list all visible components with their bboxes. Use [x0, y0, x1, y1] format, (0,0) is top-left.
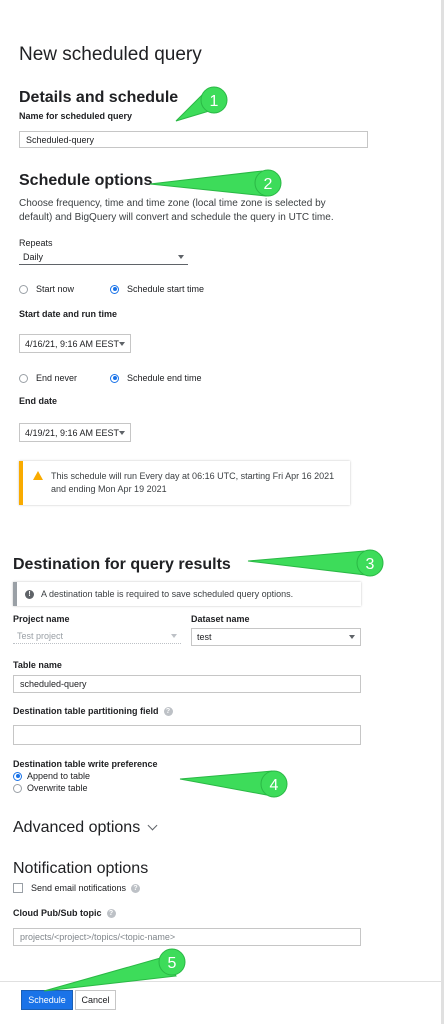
partition-label: Destination table partitioning field? — [13, 706, 173, 717]
dropdown-caret-icon — [119, 341, 125, 346]
partition-field[interactable] — [13, 725, 361, 745]
table-label: Table name — [13, 660, 62, 670]
annotation-2: 2 — [149, 169, 282, 197]
radio-on-icon — [13, 771, 22, 781]
warning-icon — [33, 471, 43, 480]
annotation-label: 2 — [264, 176, 273, 193]
start-datetime-select[interactable]: 4/16/21, 9:16 AM EEST — [19, 334, 131, 353]
end-datetime-value: 4/19/21, 9:16 AM EEST — [25, 427, 120, 438]
project-select[interactable]: Test project — [13, 628, 181, 644]
dropdown-caret-icon — [119, 430, 125, 435]
end-datetime-select[interactable]: 4/19/21, 9:16 AM EEST — [19, 423, 131, 442]
end-never-radio[interactable]: End never — [19, 373, 77, 383]
dropdown-caret-icon — [178, 254, 184, 259]
info-icon: ! — [25, 589, 34, 599]
append-radio[interactable]: Append to table — [13, 771, 90, 781]
name-input[interactable] — [26, 134, 361, 145]
repeats-label: Repeats — [19, 238, 53, 248]
pubsub-field[interactable] — [13, 928, 361, 946]
project-label: Project name — [13, 614, 70, 624]
annotation-5: 5 — [43, 948, 186, 992]
destination-heading: Destination for query results — [13, 556, 231, 573]
annotation-1: 1 — [175, 86, 228, 122]
advanced-options-toggle[interactable]: Advanced options — [13, 819, 158, 837]
help-icon[interactable]: ? — [163, 707, 173, 717]
annotation-label: 5 — [168, 955, 177, 972]
dataset-label: Dataset name — [191, 614, 250, 624]
name-field[interactable] — [19, 131, 368, 148]
radio-on-icon — [110, 373, 119, 383]
radio-on-icon — [110, 284, 119, 294]
table-field[interactable] — [13, 675, 361, 693]
footer-divider — [0, 981, 441, 982]
start-label: Start date and run time — [19, 309, 118, 319]
annotation-label: 3 — [366, 556, 375, 573]
write-pref-label: Destination table write preference — [13, 759, 158, 769]
schedule-description: Choose frequency, time and time zone (lo… — [19, 198, 334, 223]
checkbox-icon — [13, 883, 23, 893]
repeats-select[interactable]: Daily — [19, 249, 188, 265]
email-notification-checkbox[interactable]: Send email notifications? — [13, 883, 141, 893]
annotation-3: 3 — [247, 549, 384, 577]
schedule-end-radio[interactable]: Schedule end time — [110, 373, 202, 383]
pubsub-label: Cloud Pub/Sub topic? — [13, 908, 116, 919]
radio-off-icon — [19, 373, 28, 383]
schedule-notice: This schedule will run Every day at 06:1… — [19, 461, 350, 505]
dropdown-caret-icon — [349, 635, 355, 639]
help-icon[interactable]: ? — [106, 909, 116, 919]
details-heading: Details and schedule — [19, 89, 179, 106]
schedule-heading: Schedule options — [19, 172, 153, 189]
radio-off-icon — [13, 783, 22, 793]
repeats-value: Daily — [23, 251, 44, 262]
start-now-radio[interactable]: Start now — [19, 284, 74, 294]
overwrite-radio[interactable]: Overwrite table — [13, 783, 88, 793]
annotation-label: 4 — [270, 777, 279, 794]
dataset-select[interactable]: test — [191, 628, 361, 646]
destination-info: ! A destination table is required to sav… — [13, 582, 361, 606]
partition-input[interactable] — [20, 730, 354, 740]
pubsub-input[interactable] — [20, 932, 354, 942]
schedule-start-radio[interactable]: Schedule start time — [110, 284, 204, 294]
schedule-button[interactable]: Schedule — [21, 990, 73, 1010]
name-label: Name for scheduled query — [19, 111, 133, 121]
start-datetime-value: 4/16/21, 9:16 AM EEST — [25, 338, 120, 349]
chevron-down-icon — [147, 820, 158, 831]
notification-heading: Notification options — [13, 860, 149, 877]
annotation-4: 4 — [179, 770, 288, 798]
page-title: New scheduled query — [19, 44, 202, 65]
radio-off-icon — [19, 284, 28, 294]
table-input[interactable] — [20, 679, 354, 689]
cancel-button[interactable]: Cancel — [75, 990, 116, 1010]
help-icon[interactable]: ? — [131, 883, 141, 893]
annotation-label: 1 — [210, 93, 219, 110]
dropdown-caret-icon — [171, 633, 177, 638]
end-label: End date — [19, 396, 58, 406]
